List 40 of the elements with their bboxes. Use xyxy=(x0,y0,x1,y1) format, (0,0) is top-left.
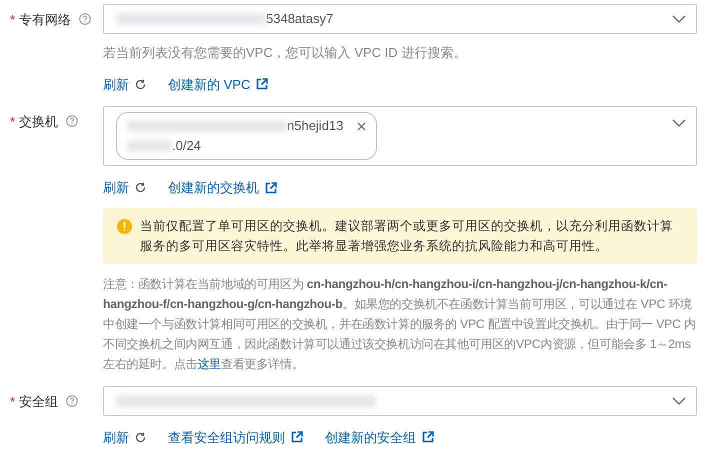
link[interactable]: 刷新 xyxy=(103,178,146,198)
help-icon[interactable] xyxy=(79,13,92,25)
select-field[interactable]: 5348atasy7 xyxy=(103,4,697,34)
field-label: 专有网络 xyxy=(19,11,72,29)
tag-text: .0/24 xyxy=(172,137,201,155)
help-icon[interactable] xyxy=(66,115,78,127)
redaction-blur xyxy=(127,140,172,152)
field-label: 安全组 xyxy=(19,392,58,410)
link[interactable]: 查看安全组访问规则 xyxy=(168,428,303,447)
chevron-down-icon[interactable] xyxy=(672,15,686,23)
external-link-icon xyxy=(256,78,268,90)
tag-text: n5hejid13 xyxy=(287,117,344,135)
external-link-icon xyxy=(422,431,434,444)
hint-text: 若当前列表没有您需要的VPC，您可以输入 VPC ID 进行搜索。 xyxy=(103,44,468,62)
link[interactable]: 刷新 xyxy=(103,74,146,94)
field-label: 交换机 xyxy=(19,113,58,131)
chevron-down-icon[interactable] xyxy=(672,119,686,127)
selected-tag[interactable]: n5hejid13 .0/24 xyxy=(116,112,378,160)
select-field[interactable]: n5hejid13 .0/24 xyxy=(103,106,697,166)
link[interactable]: 创建新的安全组 xyxy=(325,428,434,447)
note-text: 注意：函数计算在当前地域的可用区为 cn-hangzhou-h/cn-hangzhou-i/cn-hangzhou-j/cn-hangzhou-k/cn-hangzhou-f/cn-hangzhou-g/cn-hangzhou-b。如果您的交换机不在函数计算当前可用区，可以通过在 VPC 环境中创建一个与函数计算相同可用区的交换机，并在函数计算的服务的 VPC 配置中设置此交换机。由于同一 VPC 内不同交换机之间内网互通，因此函数计算可以通过该交换机访问在其他可用区的VPC内资源，但可能会多 1～2ms 左右的延时。点击这里查看更多详情。 xyxy=(103,276,697,372)
refresh-icon xyxy=(135,78,146,90)
link[interactable]: 创建新的 VPC xyxy=(168,74,268,94)
chevron-down-icon[interactable] xyxy=(672,396,686,404)
refresh-icon xyxy=(135,182,146,194)
details-link[interactable]: 这里 xyxy=(197,356,222,370)
link[interactable]: 创建新的交换机 xyxy=(168,178,277,198)
link[interactable]: 刷新 xyxy=(103,428,146,447)
select-field[interactable] xyxy=(103,386,697,416)
required-mark: * xyxy=(10,392,16,410)
alert-text: 当前仅配置了单可用区的交换机。建议部署两个或更多可用区的交换机，以充分利用函数计算服务的多可用区容灾特性。此举将显著增强您业务系统的抗风险能力和高可用性。 xyxy=(140,218,674,254)
required-mark: * xyxy=(10,113,16,131)
external-link-icon xyxy=(265,182,277,194)
help-icon[interactable] xyxy=(66,394,78,406)
external-link-icon xyxy=(291,431,303,444)
refresh-icon xyxy=(135,432,146,443)
warning-icon xyxy=(117,218,132,234)
select-value: 5348atasy7 xyxy=(266,10,334,28)
close-icon[interactable] xyxy=(357,122,366,131)
required-mark: * xyxy=(10,11,16,29)
